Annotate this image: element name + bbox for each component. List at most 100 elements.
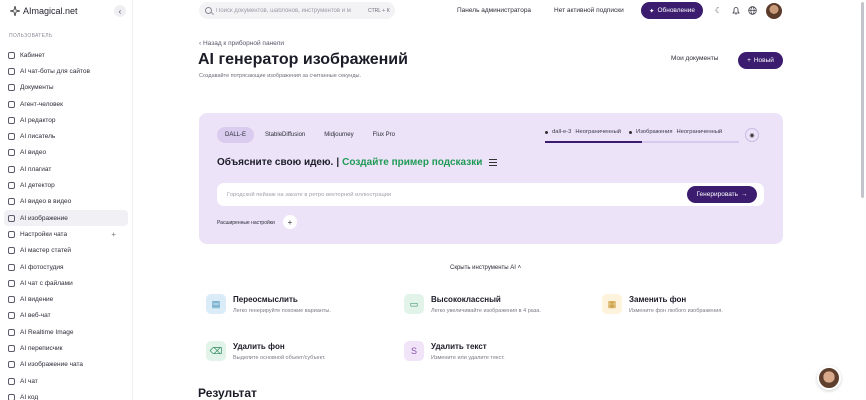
- sparkle-icon: ✦: [649, 7, 655, 15]
- search-shortcut: CTRL + K: [368, 7, 390, 14]
- tool-card[interactable]: ▤ Переосмыслить Легко генерируйте похожие …: [206, 294, 331, 314]
- sidebar-item[interactable]: AI изображение чата: [4, 357, 128, 373]
- sidebar-item[interactable]: AI детектор: [4, 177, 128, 193]
- search-input[interactable]: [216, 7, 366, 14]
- advanced-settings-plus-icon[interactable]: +: [283, 215, 297, 229]
- model-tab[interactable]: StableDiffusion: [257, 127, 313, 143]
- sparkle-logo-icon: [10, 6, 20, 16]
- list-icon[interactable]: [489, 159, 498, 166]
- sidebar-item-label: AI Realtime Image: [20, 328, 74, 336]
- image-icon: [8, 214, 15, 222]
- sidebar-item[interactable]: AI веб-чат: [4, 308, 128, 324]
- sidebar-item[interactable]: Кабинет: [4, 47, 128, 63]
- sidebar-item[interactable]: AI видение: [4, 291, 128, 307]
- my-documents-button[interactable]: Мои документы: [671, 55, 718, 62]
- chevron-up-icon: ˄: [517, 265, 522, 271]
- sidebar-item-label: AI писатель: [20, 133, 56, 141]
- plus-icon[interactable]: +: [111, 230, 116, 239]
- document-icon: [8, 84, 15, 92]
- dark-mode-icon[interactable]: ☾: [713, 5, 724, 16]
- sidebar-item[interactable]: AI код: [4, 389, 128, 400]
- sidebar-item-label: AI изображение чата: [20, 361, 84, 369]
- search-bar[interactable]: CTRL + K: [199, 2, 395, 19]
- sidebar-item[interactable]: AI плагиат: [4, 161, 128, 177]
- collapse-sidebar-button[interactable]: ‹: [114, 5, 126, 17]
- logo[interactable]: AImagical.net: [10, 4, 78, 18]
- result-title: Результат: [198, 386, 257, 400]
- tool-text: Высококлассный Легко увеличивайте изображ…: [431, 294, 541, 314]
- tool-card[interactable]: S Удалить текст Измените или удалите текст…: [404, 341, 505, 361]
- dot-icon: [545, 130, 548, 134]
- tool-description: Легко увеличивайте изображения в 4 раза.: [431, 308, 541, 314]
- new-button[interactable]: + Новый: [738, 52, 783, 69]
- tool-text: Удалить фон Выделите основной объект/субъ…: [233, 341, 326, 361]
- sidebar-item[interactable]: Настройки чата +: [4, 226, 128, 242]
- plus-icon: +: [747, 57, 751, 64]
- detector-icon: [8, 182, 15, 190]
- images-limit: Неограниченный: [676, 129, 723, 135]
- page-title: AI генератор изображений: [198, 51, 408, 68]
- remove-text-icon: S: [404, 341, 424, 361]
- agent-icon: [8, 100, 15, 108]
- sidebar-item[interactable]: AI видео в видео: [4, 194, 128, 210]
- prompt-input[interactable]: [227, 191, 667, 198]
- plagiarism-icon: [8, 165, 15, 173]
- breadcrumb[interactable]: ‹ Назад к приборной панели: [199, 40, 284, 47]
- tool-description: Измените или удалите текст.: [431, 355, 505, 361]
- tool-title: Удалить текст: [431, 342, 487, 351]
- sidebar-item-label: AI редактор: [20, 116, 56, 124]
- sidebar-item-label: AI плагиат: [20, 165, 52, 173]
- sidebar-item-label: AI фотостудия: [20, 263, 64, 271]
- user-avatar[interactable]: [766, 3, 782, 19]
- file-chat-icon: [8, 279, 15, 287]
- prompt-example-link[interactable]: Создайте пример подсказки: [342, 157, 482, 168]
- sidebar-item[interactable]: Документы: [4, 80, 128, 96]
- sidebar-item[interactable]: AI переписчик: [4, 340, 128, 356]
- tool-card[interactable]: ▭ Высококлассный Легко увеличивайте изобра…: [404, 294, 541, 314]
- page-subtitle: Создавайте потрясающие изображения за сч…: [199, 73, 362, 79]
- tool-title: Удалить фон: [233, 342, 285, 351]
- subscription-status[interactable]: Нет активной подписки: [554, 7, 624, 14]
- sidebar-item-label: Документы: [20, 84, 54, 92]
- support-avatar[interactable]: [817, 366, 841, 390]
- web-chat-icon: [8, 312, 15, 320]
- sidebar-item-label: AI видео в видео: [20, 198, 72, 206]
- sidebar-item[interactable]: AI чат-боты для сайтов: [4, 63, 128, 79]
- sidebar-item[interactable]: AI писатель: [4, 128, 128, 144]
- bot-icon: [8, 67, 15, 75]
- sidebar-item[interactable]: AI чат с файлами: [4, 275, 128, 291]
- sidebar-item[interactable]: AI чат: [4, 373, 128, 389]
- sidebar: AImagical.net ‹ ПОЛЬЗОВАТЕЛЬ Кабинет AI ч…: [0, 0, 133, 400]
- upgrade-button[interactable]: ✦ Обновление: [641, 2, 703, 19]
- hide-tools-label: Скрыть инструменты AI: [450, 265, 516, 271]
- remove-background-icon: ⌫: [206, 341, 226, 361]
- sidebar-item[interactable]: AI видео: [4, 145, 128, 161]
- globe-icon[interactable]: [747, 5, 758, 16]
- sidebar-item[interactable]: AI редактор: [4, 112, 128, 128]
- model-tab[interactable]: Midjourney: [316, 127, 361, 143]
- sidebar-item[interactable]: Агент-человек: [4, 96, 128, 112]
- tool-title: Переосмыслить: [233, 295, 298, 304]
- hide-tools-toggle[interactable]: Скрыть инструменты AI ˄: [450, 265, 521, 271]
- model-tab[interactable]: DALL-E: [217, 127, 255, 143]
- tool-description: Легко генерируйте похожие варианты.: [233, 308, 331, 314]
- scrollbar[interactable]: [861, 2, 864, 198]
- vision-icon: [8, 296, 15, 304]
- chevron-left-icon: ‹: [118, 6, 122, 16]
- generate-button[interactable]: Генерировать →: [687, 186, 757, 203]
- tool-text: Заменить фон Измените фон любого изображе…: [629, 294, 723, 314]
- sidebar-item[interactable]: AI мастер статей: [4, 243, 128, 259]
- arrow-right-icon: →: [741, 191, 748, 198]
- sidebar-item[interactable]: AI Realtime Image: [4, 324, 128, 340]
- chat-image-icon: [8, 361, 15, 369]
- bell-icon[interactable]: [730, 5, 741, 16]
- advanced-settings-label[interactable]: Расширенные настройки: [217, 220, 275, 226]
- sidebar-item[interactable]: AI фотостудия: [4, 259, 128, 275]
- tool-card[interactable]: ▦ Заменить фон Измените фон любого изображ…: [602, 294, 723, 314]
- admin-panel-link[interactable]: Панель администратора: [457, 7, 531, 14]
- model-tab[interactable]: Flux Pro: [365, 127, 403, 143]
- eye-icon[interactable]: ◉: [745, 128, 759, 142]
- tool-card[interactable]: ⌫ Удалить фон Выделите основной объект/суб…: [206, 341, 326, 361]
- tool-description: Выделите основной объект/субъект.: [233, 355, 326, 361]
- sidebar-item[interactable]: AI изображение: [4, 209, 128, 227]
